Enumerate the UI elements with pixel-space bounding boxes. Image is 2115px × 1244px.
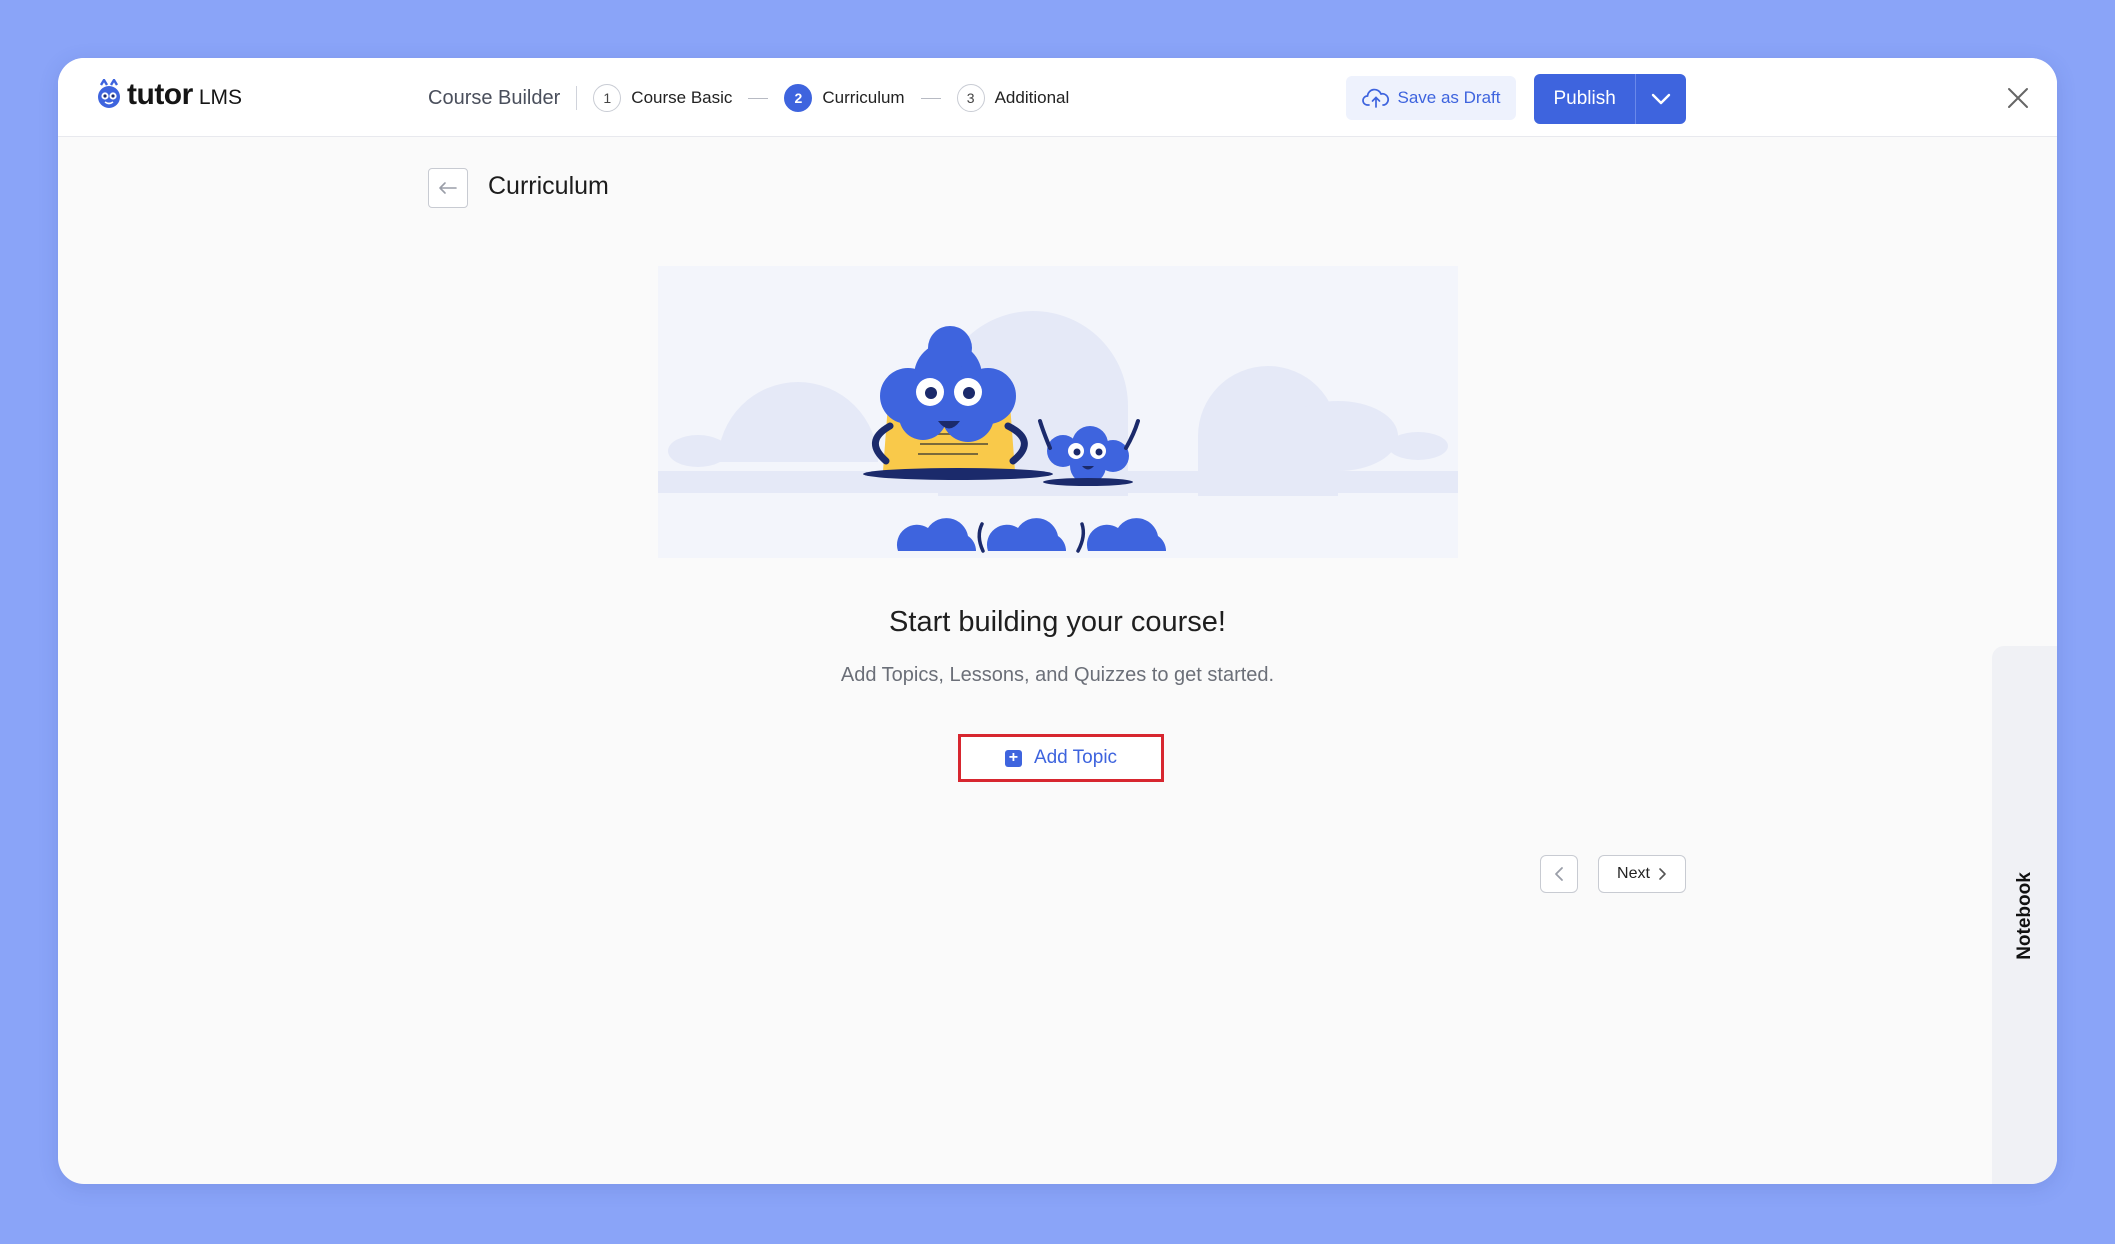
add-topic-label: Add Topic — [1033, 747, 1118, 768]
back-button[interactable] — [428, 168, 468, 208]
cloud-upload-icon — [1361, 88, 1389, 108]
tutor-logo-icon — [98, 79, 120, 108]
plus-square-icon: + — [1004, 749, 1022, 767]
mascot-illustration — [658, 311, 1458, 553]
empty-state-headline: Start building your course! — [889, 606, 1226, 638]
chevron-down-icon — [1651, 93, 1671, 105]
empty-state-subline: Add Topics, Lessons, and Quizzes to get … — [840, 664, 1275, 686]
step-label: Additional — [994, 88, 1070, 107]
next-button[interactable]: Next — [1598, 855, 1686, 893]
next-label: Next — [1617, 865, 1650, 882]
step-additional[interactable]: 3 Additional — [956, 84, 1070, 112]
publish-button[interactable]: Publish — [1534, 74, 1635, 124]
empty-state-illustration — [658, 266, 1458, 558]
step-number: 2 — [784, 84, 813, 112]
chevron-right-icon — [1659, 868, 1666, 880]
step-number: 3 — [956, 84, 985, 112]
publish-button-group: Publish — [1534, 74, 1686, 124]
divider — [576, 86, 578, 110]
step-label: Course Basic — [631, 88, 733, 107]
step-number: 1 — [593, 84, 622, 112]
builder-title: Course Builder — [428, 86, 561, 109]
tutor-lms-logo: tutor LMS — [96, 78, 242, 112]
top-bar: tutor LMS Course Builder 1 Course Basic … — [58, 58, 2057, 137]
step-connector — [920, 97, 941, 99]
previous-button[interactable] — [1540, 855, 1578, 893]
notebook-panel-tab[interactable]: Notebook — [1992, 646, 2057, 1184]
course-builder-window: tutor LMS Course Builder 1 Course Basic … — [58, 58, 2057, 1184]
course-builder-steps: Course Builder 1 Course Basic 2 Curricul… — [428, 84, 1069, 112]
logo-text: tutor — [127, 78, 193, 111]
step-connector — [748, 97, 769, 99]
publish-options-button[interactable] — [1635, 74, 1686, 124]
step-course-basic[interactable]: 1 Course Basic — [593, 84, 732, 112]
save-as-draft-label: Save as Draft — [1397, 88, 1501, 107]
step-curriculum[interactable]: 2 Curriculum — [784, 84, 905, 112]
close-icon[interactable] — [2006, 86, 2030, 110]
step-label: Curriculum — [822, 88, 905, 107]
arrow-left-icon — [439, 182, 457, 194]
page-title: Curriculum — [488, 172, 609, 200]
save-as-draft-button[interactable]: Save as Draft — [1346, 76, 1516, 120]
add-topic-button[interactable]: + Add Topic — [958, 734, 1164, 782]
notebook-label: Notebook — [2014, 872, 2035, 960]
chevron-left-icon — [1555, 867, 1563, 881]
logo-suffix: LMS — [198, 86, 242, 109]
